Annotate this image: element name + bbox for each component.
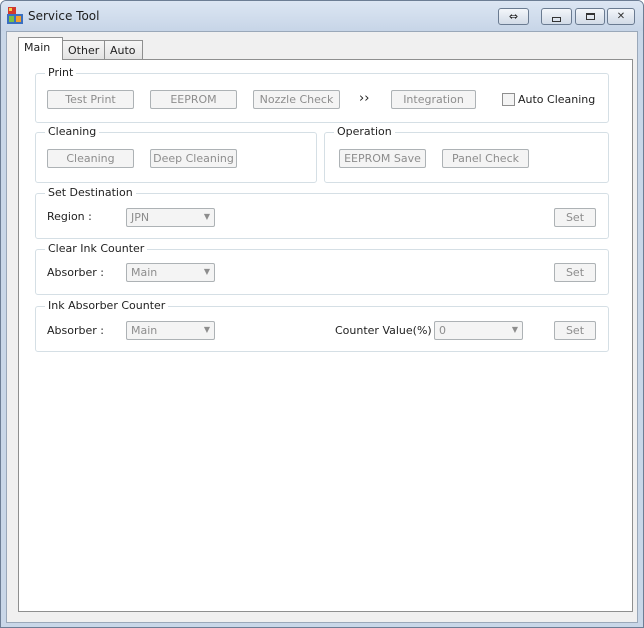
chevron-down-icon: ▼ [203, 212, 210, 221]
swap-icon: ⇔ [508, 10, 519, 23]
integration-button[interactable]: Integration [391, 90, 476, 109]
region-select[interactable]: JPN ▼ [126, 208, 215, 227]
service-tool-window: Service Tool ⇔ ✕ Main Other Auto Print T… [0, 0, 644, 628]
clear-absorber-select[interactable]: Main ▼ [126, 263, 215, 282]
panel-check-button[interactable]: Panel Check [442, 149, 529, 168]
maximize-button[interactable] [575, 8, 605, 25]
window-title: Service Tool [28, 9, 100, 23]
eeprom-save-button[interactable]: EEPROM Save [339, 149, 426, 168]
clear-ink-counter-group: Clear Ink Counter Absorber : Main ▼ Set [35, 242, 609, 295]
eeprom-button[interactable]: EEPROM [150, 90, 237, 109]
tab-other[interactable]: Other [62, 40, 105, 59]
nozzle-check-button[interactable]: Nozzle Check [253, 90, 340, 109]
clear-absorber-label: Absorber : [47, 266, 104, 279]
test-print-button[interactable]: Test Print [47, 90, 134, 109]
tab-other-label: Other [68, 44, 100, 57]
counter-value-label: Counter Value(%) : [335, 324, 439, 337]
cleaning-button[interactable]: Cleaning [47, 149, 134, 168]
client-area: Main Other Auto Print Test Print EEPROM … [6, 31, 638, 623]
minimize-icon [552, 16, 561, 22]
ink-absorber-label: Absorber : [47, 324, 104, 337]
swap-button[interactable]: ⇔ [498, 8, 529, 25]
counter-value-select-value: 0 [439, 324, 446, 337]
region-select-value: JPN [131, 211, 150, 224]
close-button[interactable]: ✕ [607, 8, 635, 25]
arrow-icon: ›› [359, 91, 370, 106]
auto-cleaning-checkbox[interactable] [502, 93, 515, 106]
cleaning-group-title: Cleaning [45, 125, 100, 138]
operation-group: Operation EEPROM Save Panel Check [324, 125, 609, 183]
operation-group-title: Operation [334, 125, 395, 138]
ink-absorber-select-value: Main [131, 324, 158, 337]
ink-absorber-select[interactable]: Main ▼ [126, 321, 215, 340]
chevron-down-icon: ▼ [203, 325, 210, 334]
minimize-button[interactable] [541, 8, 572, 25]
print-group-title: Print [45, 66, 77, 79]
auto-cleaning-label: Auto Cleaning [518, 93, 596, 106]
set-destination-set-button[interactable]: Set [554, 208, 596, 227]
ink-absorber-counter-group-title: Ink Absorber Counter [45, 299, 169, 312]
tab-main[interactable]: Main [18, 37, 63, 60]
counter-value-select[interactable]: 0 ▼ [434, 321, 523, 340]
cleaning-group: Cleaning Cleaning Deep Cleaning [35, 125, 317, 183]
ink-absorber-counter-group: Ink Absorber Counter Absorber : Main ▼ C… [35, 299, 609, 352]
deep-cleaning-button[interactable]: Deep Cleaning [150, 149, 237, 168]
clear-ink-counter-group-title: Clear Ink Counter [45, 242, 148, 255]
clear-absorber-select-value: Main [131, 266, 158, 279]
chevron-down-icon: ▼ [511, 325, 518, 334]
ink-absorber-counter-set-button[interactable]: Set [554, 321, 596, 340]
tab-auto-label: Auto [110, 44, 136, 57]
tab-main-label: Main [24, 41, 51, 54]
clear-ink-counter-set-button[interactable]: Set [554, 263, 596, 282]
set-destination-group: Set Destination Region : JPN ▼ Set [35, 186, 609, 239]
maximize-icon [585, 13, 595, 20]
close-icon: ✕ [616, 11, 626, 22]
main-tab-panel: Print Test Print EEPROM Nozzle Check ›› … [18, 59, 633, 612]
print-group: Print Test Print EEPROM Nozzle Check ›› … [35, 66, 609, 123]
title-bar[interactable]: Service Tool ⇔ ✕ [1, 1, 643, 31]
region-label: Region : [47, 210, 92, 223]
set-destination-group-title: Set Destination [45, 186, 136, 199]
chevron-down-icon: ▼ [203, 267, 210, 276]
app-icon [7, 7, 23, 24]
tab-auto[interactable]: Auto [104, 40, 143, 59]
